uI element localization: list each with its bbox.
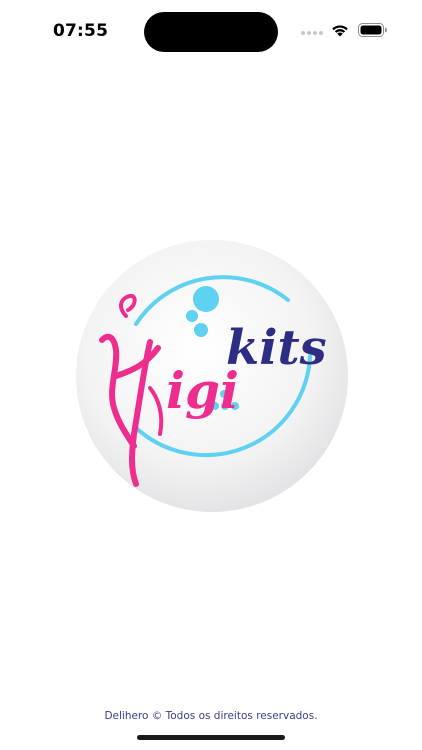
status-time: 07:55 [53, 21, 109, 41]
status-bar: 07:55 [0, 0, 422, 60]
home-indicator[interactable] [137, 735, 285, 740]
dynamic-island [144, 12, 278, 52]
svg-text:kits: kits [226, 320, 327, 376]
copyright-footer: Delihero © Todos os direitos reservados. [104, 710, 318, 722]
wifi-icon [332, 25, 348, 37]
battery-icon [358, 23, 387, 37]
higikits-logo: igi kits [74, 238, 350, 514]
cellular-signal-icon [301, 31, 323, 35]
